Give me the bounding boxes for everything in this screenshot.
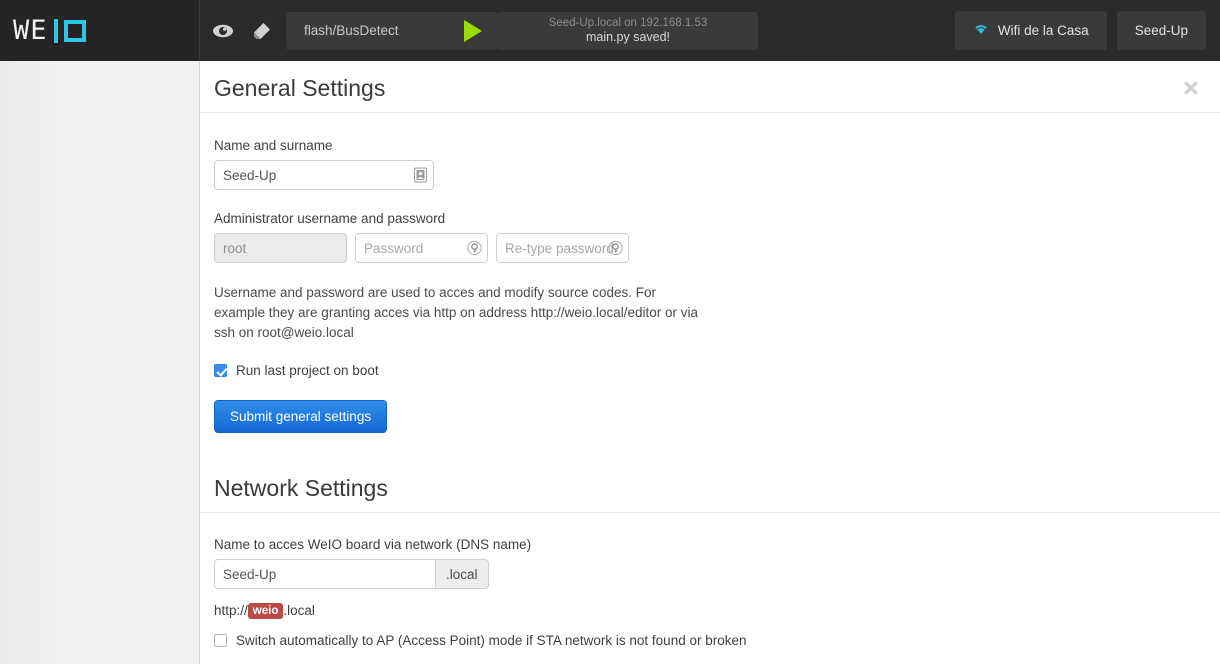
password-input-wrap	[355, 233, 488, 263]
settings-content: General Settings Name and surname Admini…	[201, 61, 1220, 664]
run-panel[interactable]: flash/BusDetect	[286, 11, 498, 50]
submit-block: Submit general settings	[201, 400, 1220, 433]
topbar-right-buttons: Wifi de la Casa Seed-Up	[954, 0, 1220, 61]
dns-url-preview: http://weio .local	[201, 603, 1220, 619]
device-button-label: Seed-Up	[1134, 23, 1188, 38]
dns-field-block: Name to acces WeIO board via network (DN…	[201, 537, 1220, 589]
ap-switch-checkbox[interactable]	[214, 634, 227, 647]
logo-bar-icon	[53, 18, 58, 43]
weio-logo: WE	[13, 14, 86, 46]
password-input[interactable]	[355, 233, 488, 263]
wifi-button-label: Wifi de la Casa	[997, 23, 1089, 38]
device-button[interactable]: Seed-Up	[1116, 11, 1206, 50]
admin-inputs-row	[214, 233, 1220, 263]
eraser-icon[interactable]	[250, 20, 272, 42]
name-input[interactable]	[214, 160, 434, 190]
wifi-icon	[973, 23, 989, 38]
top-bar: WE flash/BusDetect Seed-Up.local on 192.…	[0, 0, 1220, 61]
dns-field-label: Name to acces WeIO board via network (DN…	[214, 537, 532, 552]
logo-text-we: WE	[13, 14, 48, 46]
dns-input[interactable]	[214, 559, 436, 589]
wifi-button[interactable]: Wifi de la Casa	[954, 11, 1107, 50]
dns-suffix-addon: .local	[436, 559, 489, 589]
name-field-block: Name and surname	[201, 138, 1220, 190]
retype-password-input-wrap	[496, 233, 629, 263]
logo-area: WE	[0, 0, 200, 61]
url-name-badge: weio	[247, 603, 284, 619]
status-message-line: main.py saved!	[585, 29, 671, 44]
tool-icon-group	[200, 0, 272, 61]
eye-icon[interactable]	[212, 20, 234, 42]
logo-square-icon	[63, 19, 86, 42]
name-field-label: Name and surname	[214, 138, 333, 153]
admin-field-label: Administrator username and password	[214, 211, 446, 226]
admin-help-block: Username and password are used to acces …	[201, 283, 1220, 343]
url-suffix: .local	[283, 603, 315, 618]
status-host-line: Seed-Up.local on 192.168.1.53	[548, 16, 708, 29]
ap-switch-row: Switch automatically to AP (Access Point…	[201, 633, 1220, 648]
submit-general-settings-button[interactable]: Submit general settings	[214, 400, 388, 433]
page-title: General Settings	[214, 75, 386, 101]
status-panel: Seed-Up.local on 192.168.1.53 main.py sa…	[498, 11, 758, 50]
run-on-boot-label[interactable]: Run last project on boot	[236, 363, 379, 378]
username-input	[214, 233, 347, 263]
retype-password-input[interactable]	[496, 233, 629, 263]
close-icon[interactable]	[1178, 75, 1204, 101]
admin-help-text: Username and password are used to acces …	[214, 285, 699, 340]
general-settings-header: General Settings	[201, 61, 1220, 113]
name-input-wrap	[214, 160, 434, 190]
ap-switch-label[interactable]: Switch automatically to AP (Access Point…	[236, 633, 747, 648]
admin-field-block: Administrator username and password	[201, 211, 1220, 263]
url-prefix: http://	[214, 603, 248, 618]
run-on-boot-checkbox[interactable]	[214, 364, 227, 377]
network-settings-title: Network Settings	[214, 475, 388, 501]
dns-input-group: .local	[214, 559, 1220, 589]
network-settings-header: Network Settings	[201, 461, 1220, 513]
project-path-label: flash/BusDetect	[304, 23, 399, 38]
run-on-boot-row: Run last project on boot	[201, 363, 1220, 378]
sidebar	[0, 61, 200, 664]
play-icon[interactable]	[464, 19, 482, 42]
